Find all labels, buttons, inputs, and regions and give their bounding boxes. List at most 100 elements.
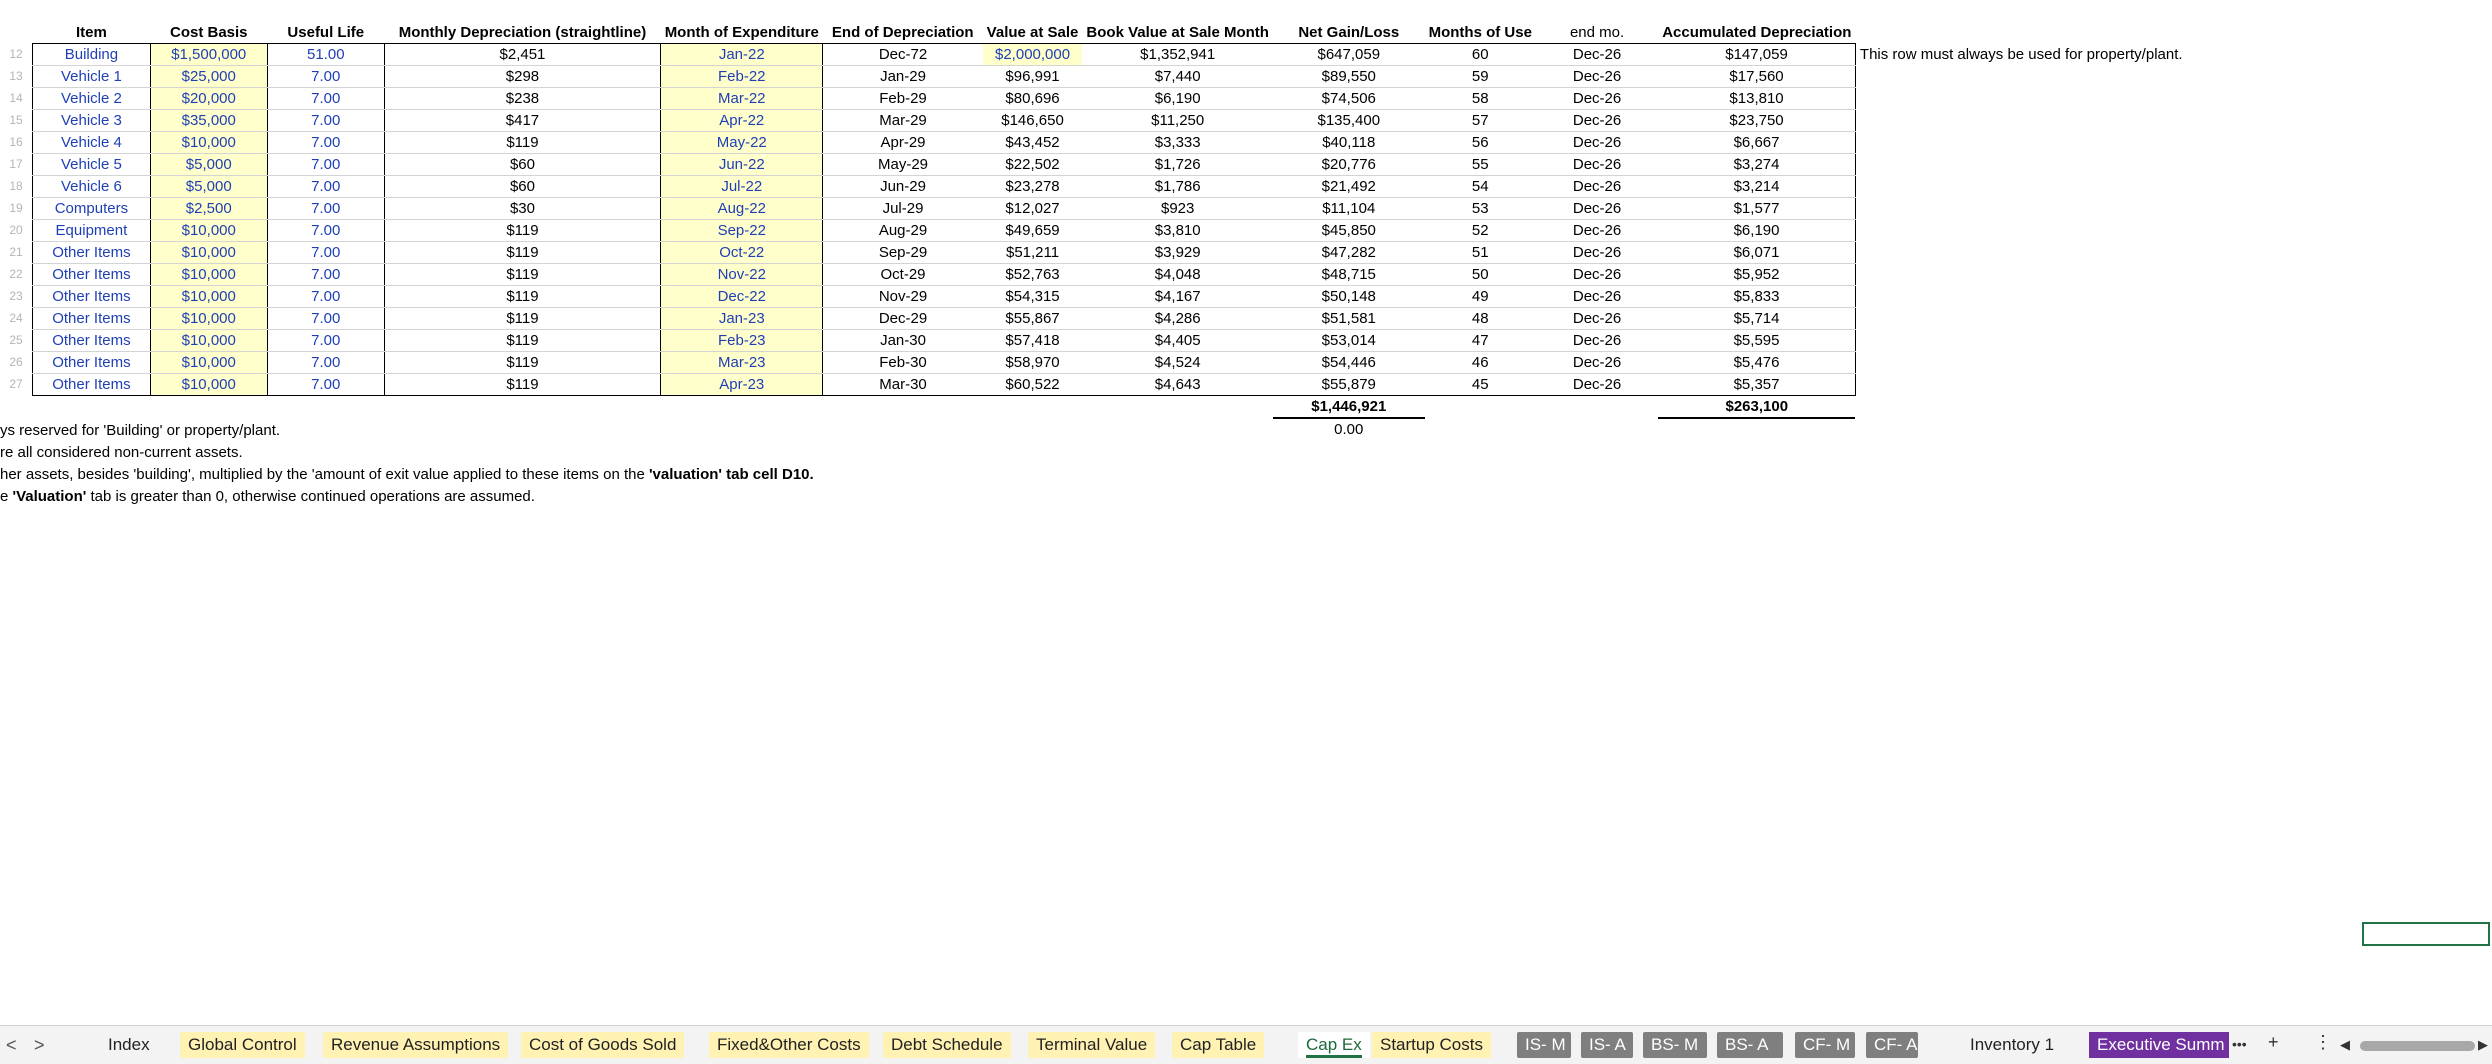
- sheet-menu-icon[interactable]: ⋮: [2314, 1032, 2332, 1053]
- table-cell[interactable]: $4,524: [1082, 351, 1273, 374]
- table-cell[interactable]: $135,400: [1272, 109, 1425, 132]
- sheet-tab[interactable]: Global Control: [180, 1032, 305, 1058]
- row-number[interactable]: 16: [0, 132, 33, 154]
- table-cell[interactable]: 7.00: [267, 241, 385, 264]
- table-cell[interactable]: Dec-26: [1535, 307, 1659, 330]
- table-cell[interactable]: 59: [1424, 65, 1536, 88]
- table-cell[interactable]: $4,048: [1082, 263, 1273, 286]
- table-cell[interactable]: $119: [384, 285, 662, 308]
- sheet-tab[interactable]: IS- M: [1517, 1032, 1571, 1058]
- table-cell[interactable]: $6,667: [1658, 131, 1856, 154]
- table-cell[interactable]: Jul-29: [822, 197, 983, 220]
- table-cell[interactable]: Dec-26: [1535, 43, 1659, 66]
- prev-sheet-icon[interactable]: <: [6, 1035, 17, 1056]
- table-cell[interactable]: $25,000: [150, 65, 268, 88]
- table-cell[interactable]: Other Items: [32, 285, 151, 308]
- add-sheet-icon[interactable]: +: [2268, 1032, 2279, 1053]
- table-cell[interactable]: Feb-29: [822, 87, 983, 110]
- table-cell[interactable]: $21,492: [1272, 175, 1425, 198]
- row-number[interactable]: 22: [0, 264, 33, 286]
- table-cell[interactable]: $6,190: [1658, 219, 1856, 242]
- row-number[interactable]: 13: [0, 66, 33, 88]
- table-cell[interactable]: Jan-30: [822, 329, 983, 352]
- table-cell[interactable]: Jun-29: [822, 175, 983, 198]
- table-cell[interactable]: $10,000: [150, 329, 268, 352]
- table-cell[interactable]: Jul-22: [660, 175, 824, 198]
- table-cell[interactable]: $10,000: [150, 131, 268, 154]
- accumulated-depreciation-total[interactable]: $263,100: [1658, 395, 1856, 419]
- table-cell[interactable]: $60: [384, 175, 662, 198]
- row-number[interactable]: 18: [0, 176, 33, 198]
- table-cell[interactable]: $119: [384, 241, 662, 264]
- table-cell[interactable]: Dec-26: [1535, 175, 1659, 198]
- row-number[interactable]: 24: [0, 308, 33, 330]
- table-cell[interactable]: $13,810: [1658, 87, 1856, 110]
- row-number[interactable]: 25: [0, 330, 33, 352]
- row-number[interactable]: 17: [0, 154, 33, 176]
- table-cell[interactable]: Vehicle 1: [32, 65, 151, 88]
- table-cell[interactable]: $5,952: [1658, 263, 1856, 286]
- table-cell[interactable]: Apr-29: [822, 131, 983, 154]
- table-cell[interactable]: $1,352,941: [1082, 43, 1273, 66]
- note-line[interactable]: re all considered non-current assets.: [0, 442, 814, 464]
- table-cell[interactable]: $51,211: [982, 241, 1083, 264]
- table-cell[interactable]: $5,000: [150, 153, 268, 176]
- table-cell[interactable]: 7.00: [267, 263, 385, 286]
- table-cell[interactable]: Dec-26: [1535, 219, 1659, 242]
- table-cell[interactable]: Equipment: [32, 219, 151, 242]
- table-cell[interactable]: $53,014: [1272, 329, 1425, 352]
- table-cell[interactable]: $10,000: [150, 307, 268, 330]
- sheet-tab[interactable]: Terminal Value: [1028, 1032, 1156, 1058]
- table-cell[interactable]: May-22: [660, 131, 824, 154]
- table-cell[interactable]: 7.00: [267, 197, 385, 220]
- table-cell[interactable]: Computers: [32, 197, 151, 220]
- table-cell[interactable]: $60: [384, 153, 662, 176]
- table-cell[interactable]: Oct-22: [660, 241, 824, 264]
- table-cell[interactable]: Oct-29: [822, 263, 983, 286]
- table-cell[interactable]: Dec-26: [1535, 65, 1659, 88]
- table-cell[interactable]: $2,500: [150, 197, 268, 220]
- table-cell[interactable]: $23,750: [1658, 109, 1856, 132]
- table-cell[interactable]: Vehicle 4: [32, 131, 151, 154]
- row-number[interactable]: 26: [0, 352, 33, 374]
- sheet-tab[interactable]: Inventory 1: [1962, 1032, 2062, 1058]
- table-cell[interactable]: Other Items: [32, 373, 151, 396]
- table-cell[interactable]: May-29: [822, 153, 983, 176]
- table-cell[interactable]: $10,000: [150, 373, 268, 396]
- table-cell[interactable]: $3,214: [1658, 175, 1856, 198]
- table-cell[interactable]: $3,810: [1082, 219, 1273, 242]
- table-cell[interactable]: Mar-23: [660, 351, 824, 374]
- table-cell[interactable]: $5,833: [1658, 285, 1856, 308]
- table-cell[interactable]: Mar-22: [660, 87, 824, 110]
- table-cell[interactable]: Dec-29: [822, 307, 983, 330]
- table-cell[interactable]: $11,250: [1082, 109, 1273, 132]
- table-cell[interactable]: 7.00: [267, 109, 385, 132]
- table-cell[interactable]: $51,581: [1272, 307, 1425, 330]
- table-cell[interactable]: Dec-26: [1535, 131, 1659, 154]
- table-cell[interactable]: 7.00: [267, 351, 385, 374]
- table-cell[interactable]: 58: [1424, 87, 1536, 110]
- table-cell[interactable]: 7.00: [267, 87, 385, 110]
- table-cell[interactable]: 7.00: [267, 373, 385, 396]
- row-number[interactable]: 12: [0, 44, 33, 66]
- table-cell[interactable]: 7.00: [267, 307, 385, 330]
- table-cell[interactable]: $80,696: [982, 87, 1083, 110]
- table-cell[interactable]: Dec-26: [1535, 373, 1659, 396]
- table-cell[interactable]: 57: [1424, 109, 1536, 132]
- table-cell[interactable]: Aug-29: [822, 219, 983, 242]
- table-cell[interactable]: $2,451: [384, 43, 662, 66]
- table-cell[interactable]: $12,027: [982, 197, 1083, 220]
- table-cell[interactable]: Dec-72: [822, 43, 983, 66]
- table-cell[interactable]: $119: [384, 373, 662, 396]
- row-note[interactable]: This row must always be used for propert…: [1855, 44, 2186, 66]
- net-gain-total[interactable]: $1,446,921: [1272, 395, 1425, 419]
- table-cell[interactable]: $17,560: [1658, 65, 1856, 88]
- table-cell[interactable]: 48: [1424, 307, 1536, 330]
- row-number[interactable]: 14: [0, 88, 33, 110]
- note-line[interactable]: ys reserved for 'Building' or property/p…: [0, 420, 814, 442]
- table-cell[interactable]: $22,502: [982, 153, 1083, 176]
- spreadsheet-grid[interactable]: Item Cost Basis Useful Life Monthly Depreci…: [0, 0, 2492, 1025]
- table-cell[interactable]: Apr-23: [660, 373, 824, 396]
- table-cell[interactable]: $298: [384, 65, 662, 88]
- table-cell[interactable]: $119: [384, 263, 662, 286]
